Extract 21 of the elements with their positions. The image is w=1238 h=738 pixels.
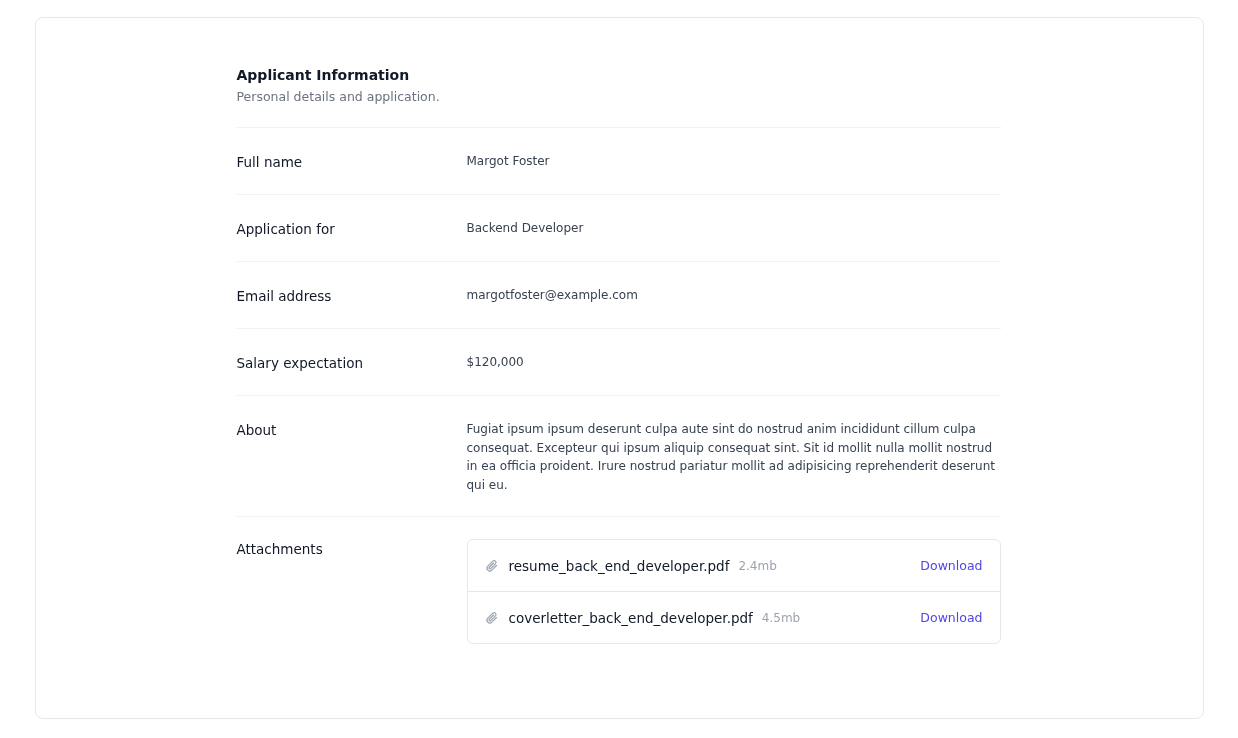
field-label: About [236,421,278,440]
paperclip-icon [483,609,500,626]
field-label: Full name [236,153,304,172]
section-subtitle: Personal details and application. [236,89,441,104]
file-size: 2.4mb [738,558,777,573]
paperclip-icon [483,557,500,574]
section-title: Applicant Information [236,66,411,85]
field-label: Application for [236,220,336,239]
field-label: Attachments [236,540,324,559]
file-name: coverletter_back_end_developer.pdf [508,609,753,626]
download-link[interactable]: Download [920,558,983,573]
field-value: margotfoster@example.com [466,287,639,304]
field-value: Backend Developer [466,220,585,237]
file-size: 4.5mb [761,610,801,625]
field-value: Margot Foster [466,153,551,170]
field-label: Salary expectation [236,354,364,373]
file-name: resume_back_end_developer.pdf [508,557,730,574]
field-label: Email address [236,287,333,306]
field-value: Fugiat ipsum ipsum deserunt culpa aute sint do nostrud anim incididunt cillum culpa consequat. Excepteur qui ipsum aliquip consequat sint. Sit id mollit nulla mollit nostrud in ea officia proident. Irure nostrud pariatur mollit ad adipisicing reprehenderit deserunt qui eu. [466,421,996,494]
download-link[interactable]: Download [920,610,983,625]
field-value: $120,000 [466,354,525,371]
